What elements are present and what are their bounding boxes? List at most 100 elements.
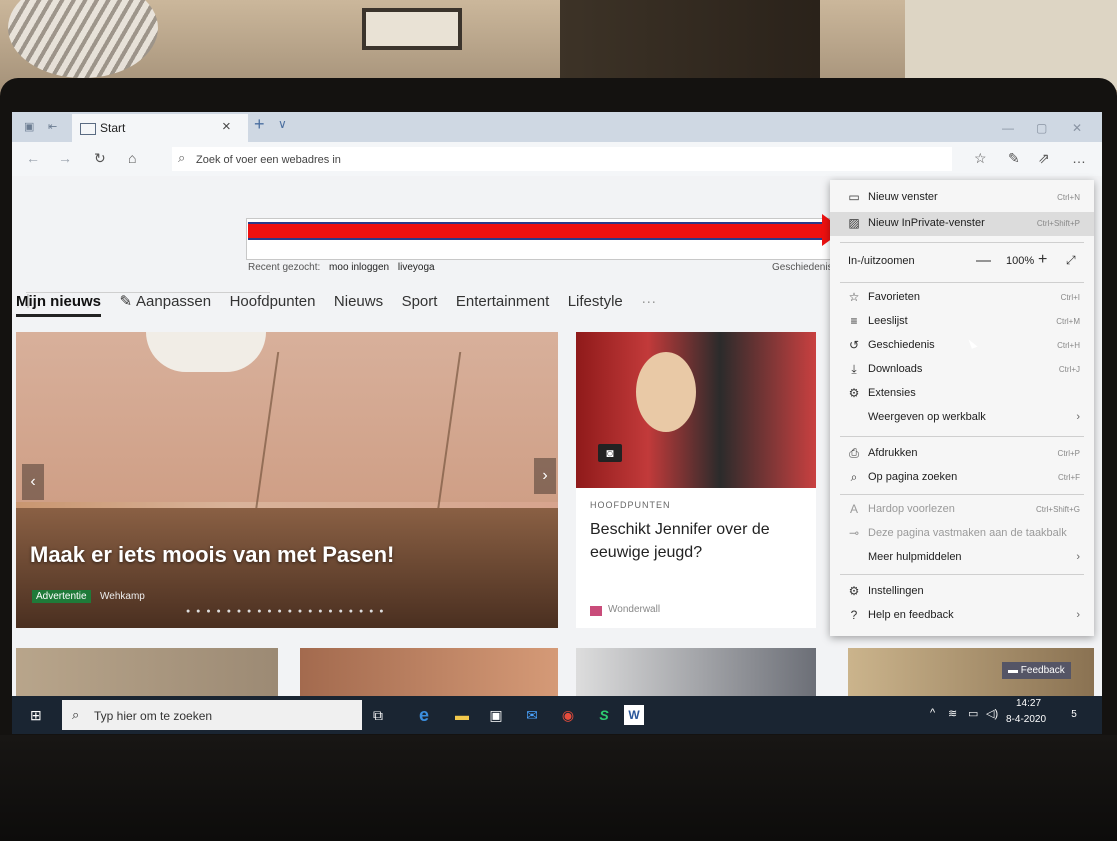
- wifi-icon[interactable]: ≋: [948, 707, 957, 720]
- recent-search-item[interactable]: liveyoga: [398, 262, 435, 273]
- hero-card[interactable]: ‹ › Maak er iets moois van met Pasen! Ad…: [16, 332, 558, 628]
- notifications-icon[interactable]: 5: [1064, 704, 1084, 726]
- more-options-icon[interactable]: …: [1072, 150, 1086, 166]
- windows-start-icon[interactable]: ⊞: [30, 707, 42, 724]
- menu-shortcut: Ctrl+F: [1058, 473, 1080, 482]
- menu-item-new-window[interactable]: ▭ Nieuw venster Ctrl+N: [830, 186, 1094, 210]
- nav-divider: |: [26, 292, 270, 309]
- menu-item-downloads[interactable]: ⤓ Downloads Ctrl+J: [830, 358, 1094, 382]
- app-s-icon[interactable]: S: [590, 701, 618, 729]
- pin-icon: ⊸: [848, 526, 860, 540]
- chevron-right-icon: ›: [1076, 411, 1080, 423]
- search-icon: ⌕: [72, 707, 80, 722]
- favorites-icon: ☆: [848, 290, 860, 304]
- store-icon[interactable]: ▣: [482, 701, 510, 729]
- mail-icon[interactable]: ✉: [518, 701, 546, 729]
- menu-label: Meer hulpmiddelen: [868, 551, 962, 563]
- feedback-label: Feedback: [1020, 665, 1065, 676]
- back-icon[interactable]: ←: [26, 150, 40, 166]
- clock-date[interactable]: 8-4-2020: [1006, 714, 1046, 725]
- chrome-icon[interactable]: ◉: [554, 701, 582, 729]
- menu-separator: [840, 494, 1084, 495]
- taskbar-search-input[interactable]: [92, 700, 356, 732]
- zoom-label: In-/uitzoomen: [848, 255, 915, 267]
- menu-shortcut: Ctrl+H: [1057, 341, 1080, 350]
- menu-item-favorites[interactable]: ☆ Favorieten Ctrl+I: [830, 286, 1094, 310]
- chevron-up-icon[interactable]: ^: [930, 707, 935, 719]
- customize-link[interactable]: ✎ Aanpassen: [119, 293, 211, 310]
- menu-shortcut: Ctrl+P: [1057, 449, 1080, 458]
- menu-item-reading-list[interactable]: ≡ Leeslijst Ctrl+M: [830, 310, 1094, 334]
- edge-icon[interactable]: e: [410, 701, 438, 729]
- menu-shortcut: Ctrl+Shift+G: [1035, 505, 1080, 514]
- share-icon[interactable]: ⇗: [1038, 150, 1050, 167]
- menu-label: Weergeven op werkbalk: [868, 411, 986, 423]
- battery-icon[interactable]: ▭: [968, 707, 978, 720]
- menu-item-inprivate[interactable]: ▨ Nieuw InPrivate-venster Ctrl+Shift+P: [830, 212, 1094, 236]
- home-icon[interactable]: ⌂: [128, 150, 136, 166]
- chevron-right-icon: ›: [1076, 609, 1080, 621]
- menu-label: Geschiedenis: [868, 339, 935, 351]
- address-input[interactable]: [194, 147, 938, 173]
- carousel-next-icon[interactable]: ›: [534, 458, 556, 494]
- carousel-prev-icon[interactable]: ‹: [22, 464, 44, 500]
- recent-search-item[interactable]: moo inloggen: [329, 262, 389, 273]
- web-note-icon[interactable]: ✎: [1008, 150, 1020, 167]
- news-card-title: Beschikt Jennifer over de eeuwige jeugd?: [590, 521, 770, 561]
- menu-item-pin-to-taskbar: ⊸ Deze pagina vastmaken aan de taakbalk: [830, 522, 1094, 546]
- menu-label: Help en feedback: [868, 609, 954, 621]
- minimize-icon[interactable]: —: [1002, 121, 1014, 135]
- menu-shortcut: Ctrl+I: [1060, 293, 1080, 302]
- menu-item-find-on-page[interactable]: ⌕ Op pagina zoeken Ctrl+F: [830, 466, 1094, 490]
- tab-lifestyle[interactable]: Lifestyle: [568, 293, 623, 310]
- fullscreen-icon[interactable]: ⤢: [1066, 253, 1076, 268]
- word-icon[interactable]: W: [624, 705, 644, 725]
- news-card-category: HOOFDPUNTEN: [590, 500, 671, 510]
- history-link[interactable]: Geschiedenis: [772, 262, 833, 273]
- close-window-icon[interactable]: ✕: [1072, 121, 1082, 135]
- zoom-value: 100%: [1006, 255, 1035, 267]
- set-aside-tabs-icon[interactable]: ⇤: [48, 120, 62, 133]
- tab-hoofdpunten[interactable]: Hoofdpunten: [230, 293, 316, 310]
- address-bar[interactable]: ⌕: [172, 147, 952, 173]
- tab-nieuws[interactable]: Nieuws: [334, 293, 383, 310]
- refresh-icon[interactable]: ↻: [94, 150, 106, 167]
- tab-list-chevron-icon[interactable]: ∨: [278, 117, 287, 131]
- tab-actions-icon[interactable]: ▣: [24, 120, 38, 133]
- history-icon: ↺: [848, 338, 860, 352]
- zoom-out-button[interactable]: —: [976, 252, 991, 269]
- tab-start[interactable]: Start ×: [72, 114, 248, 142]
- feedback-button[interactable]: ▬ Feedback: [1002, 662, 1071, 679]
- carousel-dots[interactable]: ● ● ● ● ● ● ● ● ● ● ● ● ● ● ● ● ● ● ● ●: [186, 608, 386, 615]
- menu-item-print[interactable]: ⎙ Afdrukken Ctrl+P: [830, 442, 1094, 466]
- task-view-icon[interactable]: ⧉: [364, 701, 392, 729]
- photo-doorway: [560, 0, 820, 80]
- camera-icon: ◙: [598, 444, 622, 462]
- menu-item-history[interactable]: ↺ Geschiedenis Ctrl+H: [830, 334, 1094, 358]
- menu-item-help-feedback[interactable]: ? Help en feedback ›: [830, 604, 1094, 628]
- forward-icon[interactable]: →: [58, 150, 72, 166]
- download-icon: ⤓: [851, 362, 857, 376]
- reading-list-icon: ≡: [850, 314, 858, 328]
- extensions-icon: ⚙: [848, 386, 860, 400]
- menu-shortcut: Ctrl+Shift+P: [1036, 219, 1080, 228]
- menu-item-zoom: In-/uitzoomen — 100% + ⤢: [830, 250, 1094, 274]
- tab-entertainment[interactable]: Entertainment: [456, 293, 549, 310]
- maximize-icon[interactable]: ▢: [1036, 121, 1047, 135]
- tab-close-icon[interactable]: ×: [222, 118, 231, 135]
- menu-item-extensions[interactable]: ⚙ Extensies: [830, 382, 1094, 406]
- menu-item-settings[interactable]: ⚙ Instellingen: [830, 580, 1094, 604]
- volume-icon[interactable]: ◁): [986, 707, 998, 720]
- taskbar-search[interactable]: ⌕: [62, 700, 362, 732]
- news-card[interactable]: ◙ HOOFDPUNTEN Beschikt Jennifer over de …: [576, 332, 816, 628]
- file-explorer-icon[interactable]: ▬: [448, 701, 476, 729]
- more-topics-icon[interactable]: ···: [641, 293, 656, 310]
- favorites-star-icon[interactable]: ☆: [974, 150, 987, 167]
- menu-item-show-in-toolbar[interactable]: Weergeven op werkbalk ›: [830, 406, 1094, 430]
- menu-item-more-tools[interactable]: Meer hulpmiddelen ›: [830, 546, 1094, 570]
- zoom-in-button[interactable]: +: [1038, 251, 1047, 269]
- new-tab-button[interactable]: +: [254, 114, 265, 135]
- tab-sport[interactable]: Sport: [402, 293, 438, 310]
- clock-time[interactable]: 14:27: [1016, 698, 1041, 709]
- feedback-icon: ▬: [1008, 665, 1021, 676]
